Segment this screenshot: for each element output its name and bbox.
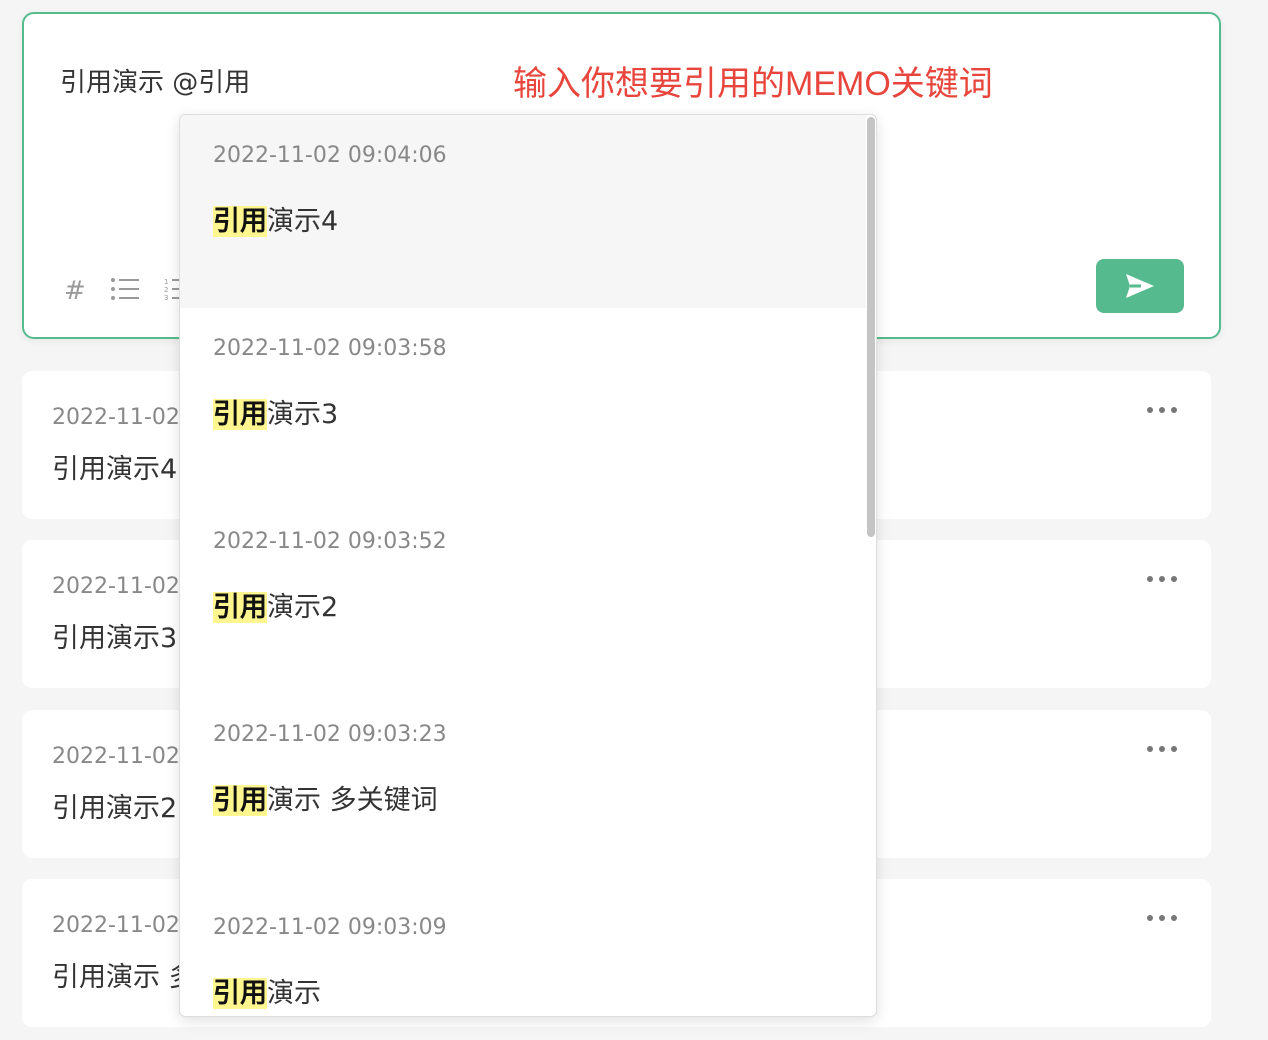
suggestion-content: 引用演示	[213, 971, 321, 1010]
memo-content: 引用演示 多	[52, 962, 196, 993]
memo-content: 引用演示3	[52, 623, 178, 654]
send-icon	[1126, 274, 1154, 298]
more-icon[interactable]	[1147, 574, 1177, 584]
memo-date: 2022-11-02	[52, 574, 180, 599]
memo-content: 引用演示4	[52, 454, 178, 485]
suggestion-text: 演示 多关键词	[267, 785, 438, 816]
memo-date: 2022-11-02	[52, 913, 180, 938]
memo-date: 2022-11-02	[52, 744, 180, 769]
suggestion-content: 引用演示3	[213, 392, 338, 431]
suggestion-text: 演示2	[267, 592, 339, 623]
memo-content: 引用演示2	[52, 793, 178, 824]
more-icon[interactable]	[1147, 744, 1177, 754]
bullet-list-icon[interactable]	[110, 276, 140, 309]
suggestion-content: 引用演示 多关键词	[213, 778, 438, 817]
dropdown-scrollbar[interactable]	[867, 117, 875, 537]
keyword-highlight: 引用	[213, 399, 267, 430]
suggestion-text: 演示4	[267, 206, 339, 237]
annotation-text: 输入你想要引用的MEMO关键词	[513, 65, 993, 103]
keyword-highlight: 引用	[213, 592, 267, 623]
svg-text:3: 3	[164, 294, 168, 302]
send-button[interactable]	[1096, 259, 1184, 313]
keyword-highlight: 引用	[213, 785, 267, 816]
suggestion-date: 2022-11-02 09:03:09	[213, 915, 447, 940]
suggestion-item[interactable]: 2022-11-02 09:04:06 引用演示4	[180, 115, 866, 308]
suggestion-date: 2022-11-02 09:03:52	[213, 529, 447, 554]
suggestion-item[interactable]: 2022-11-02 09:03:58 引用演示3	[180, 308, 866, 501]
memo-date: 2022-11-02	[52, 405, 180, 430]
memo-suggestion-dropdown[interactable]: 2022-11-02 09:04:06 引用演示4 2022-11-02 09:…	[179, 114, 877, 1017]
keyword-highlight: 引用	[213, 206, 267, 237]
more-icon[interactable]	[1147, 405, 1177, 415]
suggestion-date: 2022-11-02 09:03:23	[213, 722, 447, 747]
more-icon[interactable]	[1147, 913, 1177, 923]
suggestion-content: 引用演示4	[213, 199, 338, 238]
suggestion-date: 2022-11-02 09:03:58	[213, 336, 447, 361]
suggestion-item[interactable]: 2022-11-02 09:03:23 引用演示 多关键词	[180, 694, 866, 887]
svg-text:1: 1	[164, 278, 168, 286]
keyword-highlight: 引用	[213, 978, 267, 1009]
suggestion-date: 2022-11-02 09:04:06	[213, 143, 447, 168]
suggestion-item[interactable]: 2022-11-02 09:03:52 引用演示2	[180, 501, 866, 694]
suggestion-item[interactable]: 2022-11-02 09:03:09 引用演示	[180, 887, 866, 1016]
suggestion-text: 演示3	[267, 399, 339, 430]
suggestion-content: 引用演示2	[213, 585, 338, 624]
svg-text:2: 2	[164, 286, 168, 294]
editor-input-text[interactable]: 引用演示 @引用	[60, 62, 250, 99]
suggestion-text: 演示	[267, 978, 321, 1009]
tag-icon[interactable]: #	[64, 276, 86, 306]
